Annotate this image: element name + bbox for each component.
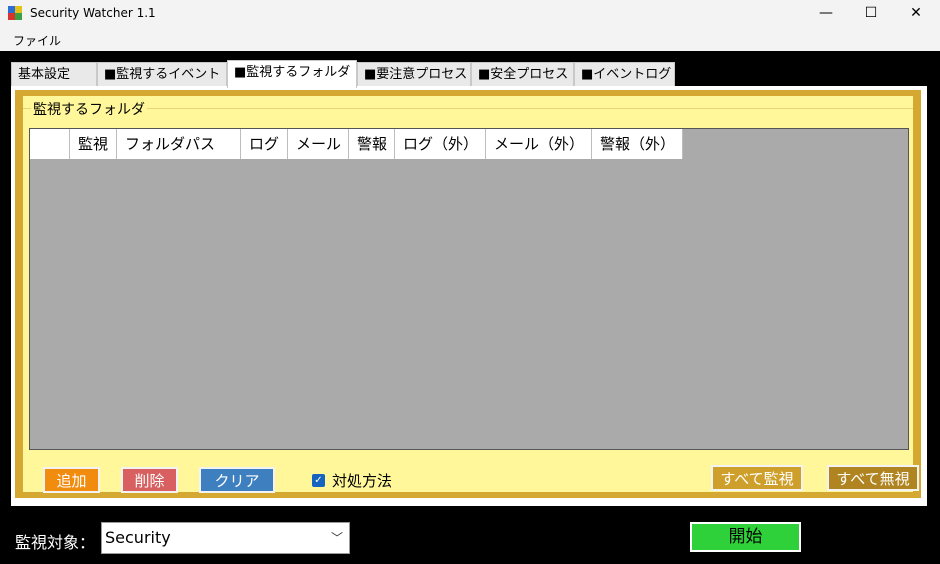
tab-event-log[interactable]: ■イベントログ — [574, 62, 675, 86]
watch-all-button[interactable]: すべて監視 — [711, 465, 803, 491]
menu-bar: ファイル — [0, 27, 940, 51]
app-icon — [8, 6, 22, 20]
tab-watch-events[interactable]: ■監視するイベント — [97, 62, 227, 86]
folder-grid[interactable]: 監視 フォルダパス ログ メール 警報 ログ（外） メール（外） 警報（外） — [29, 128, 909, 450]
action-checkbox[interactable]: ✓ — [312, 474, 325, 487]
close-button[interactable]: ✕ — [893, 0, 939, 27]
tab-page-folders: 監視するフォルダ 監視 フォルダパス ログ メール 警報 ログ（外） メール（外… — [11, 86, 927, 506]
column-header-folder-path[interactable]: フォルダパス — [117, 129, 241, 159]
start-button[interactable]: 開始 — [690, 522, 801, 552]
window-title: Security Watcher 1.1 — [30, 6, 156, 20]
chevron-down-icon: ﹀ — [330, 531, 343, 545]
group-title: 監視するフォルダ — [31, 99, 147, 119]
watch-target-value: Security — [105, 528, 171, 547]
watch-target-select[interactable]: Security ﹀ — [101, 522, 350, 554]
add-button[interactable]: 追加 — [43, 467, 100, 493]
title-bar: Security Watcher 1.1 — ☐ ✕ — [0, 0, 940, 27]
action-checkbox-label[interactable]: 対処方法 — [332, 470, 392, 491]
delete-button[interactable]: 削除 — [121, 467, 178, 493]
column-header-alarm[interactable]: 警報 — [349, 129, 395, 159]
column-header-mail[interactable]: メール — [288, 129, 349, 159]
grid-header: 監視 フォルダパス ログ メール 警報 ログ（外） メール（外） 警報（外） — [30, 129, 683, 159]
menu-file[interactable]: ファイル — [13, 32, 61, 49]
clear-button[interactable]: クリア — [199, 467, 275, 493]
tab-watch-folders[interactable]: ■監視するフォルダ — [227, 60, 357, 88]
ignore-all-button[interactable]: すべて無視 — [827, 465, 919, 491]
maximize-button[interactable]: ☐ — [848, 0, 894, 27]
folder-group: 監視するフォルダ 監視 フォルダパス ログ メール 警報 ログ（外） メール（外… — [23, 96, 919, 493]
folder-group-border: 監視するフォルダ 監視 フォルダパス ログ メール 警報 ログ（外） メール（外… — [15, 90, 921, 498]
column-header-mail-external[interactable]: メール（外） — [486, 129, 592, 159]
tab-suspicious-processes[interactable]: ■要注意プロセス — [357, 62, 471, 86]
group-divider — [23, 108, 913, 109]
column-header-watch[interactable]: 監視 — [70, 129, 117, 159]
tab-basic-settings[interactable]: 基本設定 — [11, 62, 97, 86]
tab-safe-processes[interactable]: ■安全プロセス — [471, 62, 574, 86]
column-header-alarm-external[interactable]: 警報（外） — [592, 129, 683, 159]
column-header-row-selector[interactable] — [30, 129, 70, 159]
minimize-button[interactable]: — — [803, 0, 849, 27]
column-header-log-external[interactable]: ログ（外） — [395, 129, 486, 159]
watch-target-label: 監視対象： — [15, 533, 96, 552]
column-header-log[interactable]: ログ — [241, 129, 288, 159]
